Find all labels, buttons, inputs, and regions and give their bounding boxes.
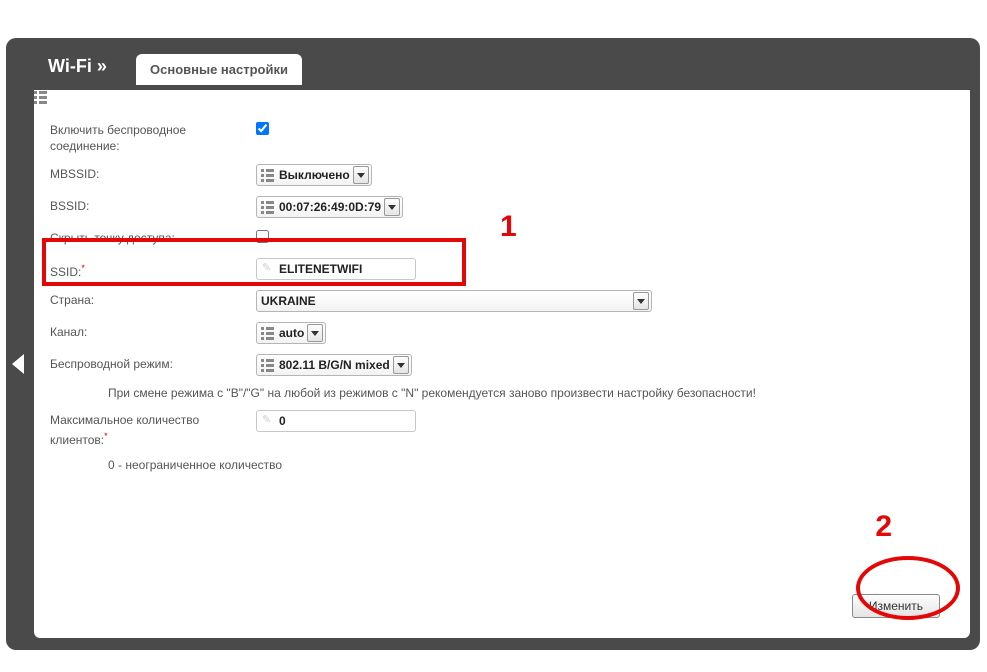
input-ssid-value: ELITENETWIFI bbox=[279, 262, 362, 276]
chevron-down-icon bbox=[384, 198, 400, 216]
page-title: Wi-Fi » bbox=[48, 56, 107, 77]
select-bssid-value: 00:07:26:49:0D:79 bbox=[279, 200, 381, 214]
required-asterisk: * bbox=[81, 263, 85, 273]
label-ssid-text: SSID: bbox=[50, 265, 81, 279]
label-mbssid: MBSSID: bbox=[50, 164, 256, 182]
pencil-icon bbox=[263, 415, 275, 427]
label-wireless-mode: Беспроводной режим: bbox=[50, 354, 256, 372]
select-mbssid[interactable]: Выключено bbox=[256, 164, 372, 186]
select-country-value: UKRAINE bbox=[261, 294, 316, 308]
row-wireless-mode: Беспроводной режим: 802.11 B/G/N mixed bbox=[50, 354, 970, 376]
tab-main-settings[interactable]: Основные настройки bbox=[136, 54, 302, 85]
label-hide-ap: Скрыть точку доступа: bbox=[50, 228, 256, 246]
label-enable-wireless: Включить беспроводное соединение: bbox=[50, 120, 256, 154]
label-max-clients-text: Максимальное количество клиентов: bbox=[50, 413, 199, 447]
row-hide-ap: Скрыть точку доступа: bbox=[50, 228, 970, 248]
chevron-down-icon bbox=[633, 292, 649, 310]
list-icon bbox=[261, 168, 275, 182]
select-wireless-mode[interactable]: 802.11 B/G/N mixed bbox=[256, 354, 412, 376]
label-bssid: BSSID: bbox=[50, 196, 256, 214]
settings-panel: Включить беспроводное соединение: MBSSID… bbox=[34, 90, 970, 638]
label-channel: Канал: bbox=[50, 322, 256, 340]
checkbox-enable-wireless[interactable] bbox=[256, 122, 269, 135]
label-country: Страна: bbox=[50, 290, 256, 308]
label-max-clients: Максимальное количество клиентов:* bbox=[50, 410, 256, 448]
row-max-clients: Максимальное количество клиентов:* 0 bbox=[50, 410, 970, 448]
select-channel[interactable]: auto bbox=[256, 322, 326, 344]
list-icon bbox=[261, 326, 275, 340]
row-mbssid: MBSSID: Выключено bbox=[50, 164, 970, 186]
collapse-arrow-icon[interactable] bbox=[12, 354, 24, 374]
submit-button[interactable]: Изменить bbox=[852, 594, 940, 618]
row-ssid: SSID:* ELITENETWIFI bbox=[50, 258, 970, 280]
row-channel: Канал: auto bbox=[50, 322, 970, 344]
list-icon bbox=[261, 358, 275, 372]
select-wireless-mode-value: 802.11 B/G/N mixed bbox=[279, 358, 390, 372]
select-country[interactable]: UKRAINE bbox=[256, 290, 652, 312]
chevron-down-icon bbox=[353, 166, 369, 184]
annotation-number-2: 2 bbox=[875, 510, 892, 544]
list-icon bbox=[261, 200, 275, 214]
pencil-icon bbox=[263, 263, 275, 275]
label-ssid: SSID:* bbox=[50, 258, 256, 280]
outer-frame: Wi-Fi » Основные настройки Включить бесп… bbox=[6, 38, 980, 650]
max-clients-hint: 0 - неограниченное количество bbox=[108, 458, 970, 472]
input-max-clients[interactable]: 0 bbox=[256, 410, 416, 432]
select-mbssid-value: Выключено bbox=[279, 168, 350, 182]
header-strip: Wi-Fi » Основные настройки bbox=[6, 56, 980, 90]
chevron-down-icon bbox=[307, 324, 323, 342]
row-country: Страна: UKRAINE bbox=[50, 290, 970, 312]
input-ssid[interactable]: ELITENETWIFI bbox=[256, 258, 416, 280]
checkbox-hide-ap[interactable] bbox=[256, 230, 269, 243]
row-enable-wireless: Включить беспроводное соединение: bbox=[50, 120, 970, 154]
mode-change-hint: При смене режима с "B"/"G" на любой из р… bbox=[108, 386, 970, 400]
row-bssid: BSSID: 00:07:26:49:0D:79 bbox=[50, 196, 970, 218]
chevron-down-icon bbox=[393, 356, 409, 374]
select-channel-value: auto bbox=[279, 326, 304, 340]
select-bssid[interactable]: 00:07:26:49:0D:79 bbox=[256, 196, 403, 218]
required-asterisk: * bbox=[104, 431, 108, 441]
input-max-clients-value: 0 bbox=[279, 414, 286, 428]
